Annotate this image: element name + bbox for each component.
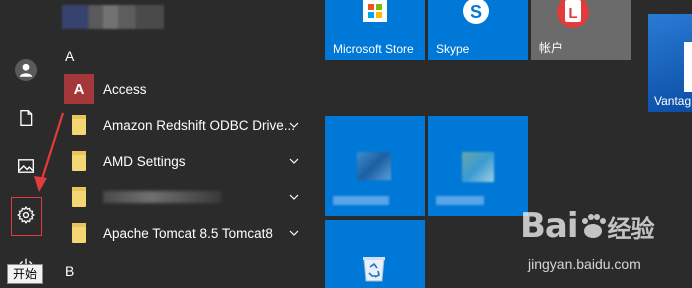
- watermark-url: jingyan.baidu.com: [528, 256, 641, 272]
- blurred-tile-icon: [462, 152, 494, 182]
- app-item-amazon-redshift[interactable]: Amazon Redshift ODBC Drive...: [52, 107, 310, 143]
- baidu-watermark: Bai 经验 jingyan.baidu.com: [520, 206, 692, 288]
- tile-label: Microsoft Store: [333, 42, 414, 56]
- skype-icon: S: [463, 0, 489, 24]
- app-item-label: Access: [103, 81, 147, 97]
- blurred-header: [62, 5, 164, 29]
- tile-blurred-1[interactable]: [325, 116, 425, 216]
- app-item-label: Amazon Redshift ODBC Drive...: [103, 117, 296, 133]
- app-item-access[interactable]: A Access: [52, 71, 310, 107]
- recycle-bin-icon: [363, 257, 385, 282]
- store-bag-icon: [363, 0, 387, 22]
- settings-highlight-box: [11, 197, 42, 236]
- svg-text:S: S: [470, 2, 482, 22]
- vantage-icon: [684, 42, 692, 92]
- app-item-label: Apache Tomcat 8.5 Tomcat8: [103, 225, 273, 241]
- app-list: A A Access Amazon Redshift ODBC Drive...…: [52, 0, 310, 288]
- svg-text:L: L: [568, 5, 577, 22]
- tile-label: 帐户: [539, 41, 564, 55]
- watermark-brand: Bai 经验: [520, 206, 655, 246]
- letter-header-a[interactable]: A: [65, 48, 74, 64]
- letter-header-b[interactable]: B: [65, 263, 74, 279]
- app-item-apache-tomcat[interactable]: Apache Tomcat 8.5 Tomcat8: [52, 215, 310, 251]
- tile-label: Skype: [436, 42, 470, 56]
- chevron-down-icon[interactable]: [288, 191, 300, 203]
- folder-icon: [64, 110, 94, 140]
- app-item-label: AMD Settings: [103, 153, 186, 169]
- tile-microsoft-store[interactable]: Microsoft Store: [325, 0, 425, 60]
- chevron-down-icon[interactable]: [288, 227, 300, 239]
- tile-vantage[interactable]: Vantag: [648, 14, 692, 112]
- user-account-button[interactable]: [0, 50, 52, 90]
- blurred-tile-icon: [357, 152, 391, 180]
- tile-blurred-2[interactable]: [428, 116, 528, 216]
- chevron-down-icon[interactable]: [288, 119, 300, 131]
- tile-account[interactable]: L 帐户: [531, 0, 631, 60]
- tile-label: Vantag: [654, 94, 692, 108]
- chevron-down-icon[interactable]: [288, 155, 300, 167]
- account-icon: L: [557, 0, 589, 28]
- blurred-app-name: [103, 191, 221, 203]
- tile-recycle-bin[interactable]: [325, 220, 425, 288]
- start-tooltip: 开始: [7, 264, 44, 284]
- paw-icon: [581, 214, 606, 238]
- folder-icon: [64, 146, 94, 176]
- access-app-icon: A: [64, 74, 94, 104]
- blurred-tile-label: [333, 196, 389, 205]
- blurred-tile-label: [436, 196, 484, 205]
- folder-icon: [64, 218, 94, 248]
- app-item-blurred[interactable]: [52, 179, 310, 215]
- user-avatar-icon: [15, 59, 37, 81]
- app-item-amd-settings[interactable]: AMD Settings: [52, 143, 310, 179]
- folder-icon: [64, 182, 94, 212]
- tile-skype[interactable]: S Skype: [428, 0, 528, 60]
